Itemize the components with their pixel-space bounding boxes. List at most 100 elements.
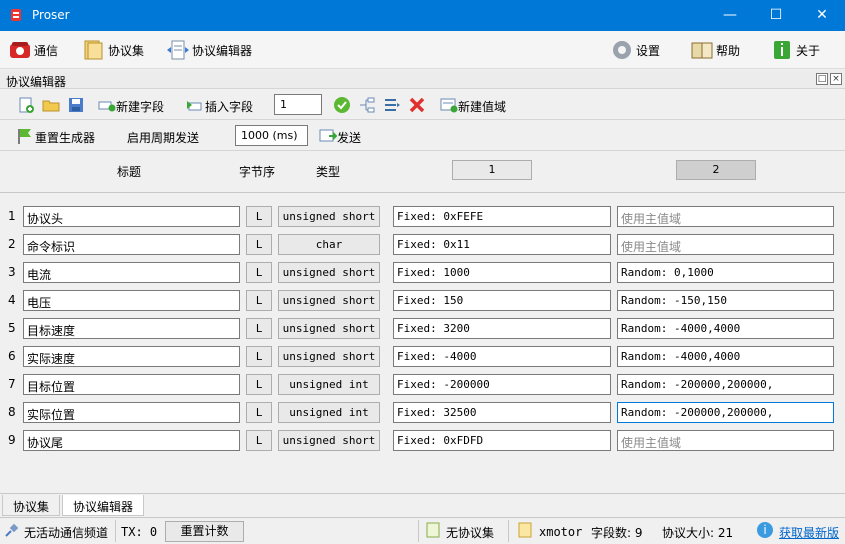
domain1-field[interactable]: Fixed: 3200 (393, 318, 611, 339)
row-number: 7 (8, 377, 16, 391)
title-field[interactable]: 实际位置 (23, 402, 240, 423)
type-select[interactable]: unsigned short (278, 206, 380, 227)
domain1-field[interactable]: Fixed: -4000 (393, 346, 611, 367)
byte-order-button[interactable]: L (246, 402, 272, 423)
type-select[interactable]: unsigned short (278, 430, 380, 451)
domain1-field[interactable]: Fixed: 1000 (393, 262, 611, 283)
domain1-field[interactable]: Fixed: -200000 (393, 374, 611, 395)
divider (508, 520, 509, 542)
help-label: 帮助 (716, 43, 741, 58)
value-domain-1-button[interactable]: 1 (452, 160, 532, 180)
help-button[interactable]: 帮助 (690, 35, 740, 65)
type-select[interactable]: unsigned int (278, 402, 380, 423)
domain1-field[interactable]: Fixed: 0xFEFE (393, 206, 611, 227)
tab-protocol-set[interactable]: 协议集 (2, 495, 61, 516)
byte-order-button[interactable]: L (246, 234, 272, 255)
title-field[interactable]: 电流 (23, 262, 240, 283)
type-select[interactable]: unsigned short (278, 318, 380, 339)
minimize-button[interactable]: — (707, 0, 753, 31)
title-field[interactable]: 协议头 (23, 206, 240, 227)
type-select[interactable]: unsigned int (278, 374, 380, 395)
panel-close-icon[interactable]: × (830, 73, 842, 85)
row-number: 5 (8, 321, 16, 335)
value-domain-2-button[interactable]: 2 (676, 160, 756, 180)
domain2-field[interactable]: 使用主值域 (617, 430, 834, 451)
document-icon (426, 522, 440, 538)
domain2-field[interactable]: Random: -150,150 (617, 290, 834, 311)
insert-field-button[interactable]: 插入字段 (205, 98, 253, 115)
byte-order-button[interactable]: L (246, 262, 272, 283)
domain1-field[interactable]: Fixed: 32500 (393, 402, 611, 423)
domain1-field[interactable]: Fixed: 0x11 (393, 234, 611, 255)
col-byte-order: 字节序 (239, 165, 276, 179)
new-value-domain-icon (440, 98, 458, 113)
domain2-field[interactable]: 使用主值域 (617, 206, 834, 227)
enable-periodic-label[interactable]: 启用周期发送 (127, 129, 199, 146)
gear-icon (613, 41, 631, 59)
new-file-icon[interactable] (17, 96, 35, 114)
period-input[interactable]: 1000 (ms) (235, 125, 308, 146)
protocol-editor-button[interactable]: 协议编辑器 (166, 35, 252, 65)
domain1-field[interactable]: Fixed: 150 (393, 290, 611, 311)
insert-count-input[interactable]: 1 (274, 94, 322, 115)
open-folder-icon[interactable] (42, 96, 60, 114)
domain2-field[interactable]: Random: 0,1000 (617, 262, 834, 283)
byte-order-button[interactable]: L (246, 346, 272, 367)
title-field[interactable]: 目标速度 (23, 318, 240, 339)
row-number: 2 (8, 237, 16, 251)
tab-protocol-editor[interactable]: 协议编辑器 (62, 495, 145, 516)
editor-toolbar: 新建字段 插入字段 1 新建值域 (0, 90, 845, 120)
new-value-domain-button[interactable]: 新建值域 (458, 98, 506, 115)
type-select[interactable]: unsigned short (278, 290, 380, 311)
main-toolbar: 通信 协议集 协议编辑器 设置 帮助 关于 (0, 31, 845, 69)
domain2-field[interactable]: Random: -4000,4000 (617, 318, 834, 339)
delete-icon[interactable] (408, 96, 426, 114)
info-icon (774, 41, 790, 59)
comm-label: 通信 (34, 43, 59, 58)
save-icon[interactable] (67, 96, 85, 114)
reset-generator-button[interactable]: 重置生成器 (35, 129, 95, 146)
byte-order-button[interactable]: L (246, 430, 272, 451)
reset-count-button[interactable]: 重置计数 (165, 521, 244, 542)
type-select[interactable]: char (278, 234, 380, 255)
new-field-button[interactable]: 新建字段 (116, 98, 164, 115)
protocol-set-button[interactable]: 协议集 (82, 35, 144, 65)
tree-icon[interactable] (358, 96, 376, 114)
settings-button[interactable]: 设置 (610, 35, 660, 65)
update-icon: i (757, 522, 773, 538)
domain1-field[interactable]: Fixed: 0xFDFD (393, 430, 611, 451)
flag-icon (18, 129, 31, 144)
col-type: 类型 (316, 165, 341, 179)
title-field[interactable]: 目标位置 (23, 374, 240, 395)
byte-order-button[interactable]: L (246, 290, 272, 311)
title-field[interactable]: 命令标识 (23, 234, 240, 255)
comm-button[interactable]: 通信 (8, 35, 58, 65)
send-button[interactable]: 发送 (337, 129, 361, 146)
about-label: 关于 (796, 43, 821, 58)
row-number: 6 (8, 349, 16, 363)
float-icon[interactable]: □ (816, 73, 828, 85)
list-icon[interactable] (383, 96, 401, 114)
close-button[interactable]: ✕ (799, 0, 845, 31)
domain2-field[interactable]: Random: -4000,4000 (617, 346, 834, 367)
domain2-field[interactable]: 使用主值域 (617, 234, 834, 255)
title-field[interactable]: 实际速度 (23, 346, 240, 367)
domain2-field[interactable]: Random: -200000,200000, (617, 402, 834, 423)
byte-order-button[interactable]: L (246, 318, 272, 339)
about-button[interactable]: 关于 (770, 35, 820, 65)
title-field[interactable]: 电压 (23, 290, 240, 311)
type-select[interactable]: unsigned short (278, 346, 380, 367)
get-latest-link[interactable]: 获取最新版 (779, 524, 839, 541)
title-field[interactable]: 协议尾 (23, 430, 240, 451)
type-select[interactable]: unsigned short (278, 262, 380, 283)
new-field-icon (98, 101, 116, 112)
protocol-editor-label: 协议编辑器 (192, 43, 253, 58)
col-title: 标题 (117, 165, 142, 179)
byte-order-button[interactable]: L (246, 206, 272, 227)
domain2-field[interactable]: Random: -200000,200000, (617, 374, 834, 395)
divider (115, 520, 116, 542)
maximize-button[interactable]: ☐ (753, 0, 799, 31)
check-icon[interactable] (333, 96, 351, 114)
book-icon (691, 42, 713, 59)
byte-order-button[interactable]: L (246, 374, 272, 395)
